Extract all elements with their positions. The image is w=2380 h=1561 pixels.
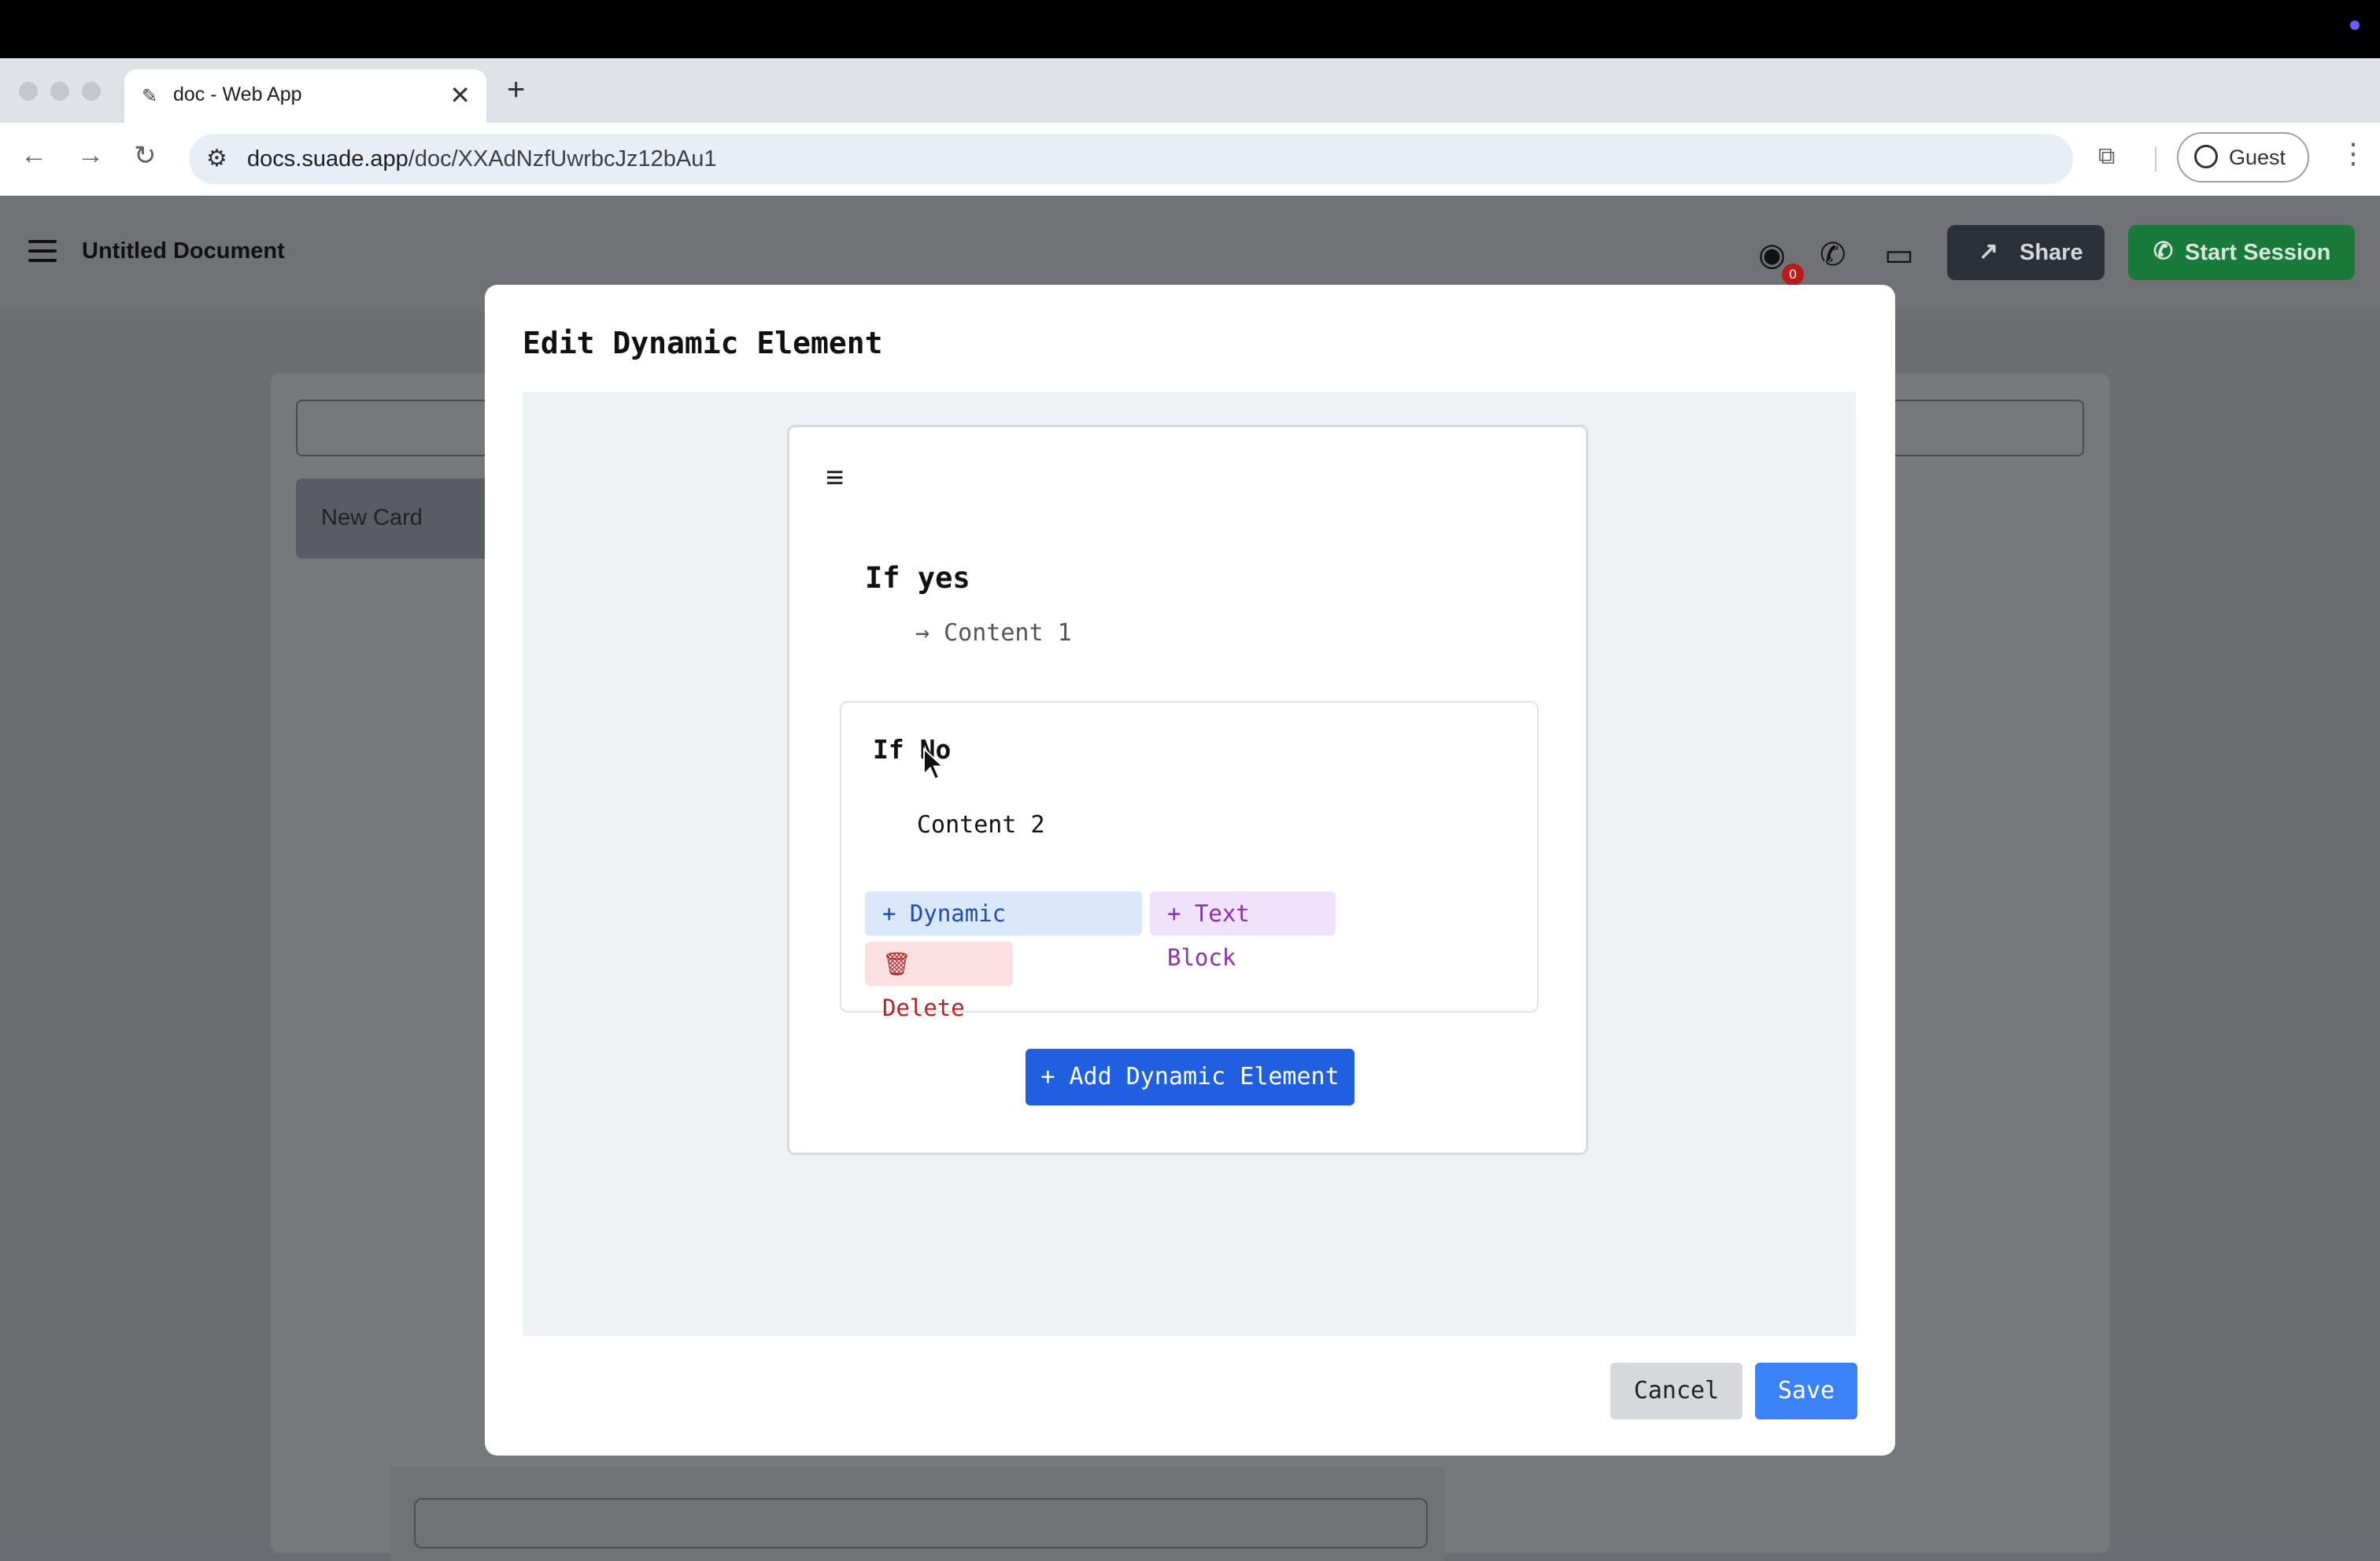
window-minimize-control[interactable]: [50, 82, 69, 101]
add-dynamic-elements-button[interactable]: + Dynamic Elements: [865, 891, 1142, 971]
url-text: docs.suade.app/doc/XXAdNzfUwrbcJz12bAu1: [247, 146, 717, 172]
modal-canvas: ≡ If yes → Content 1 If No Content 2 + D…: [523, 392, 1856, 1336]
share-button[interactable]: ↗ Share: [1947, 225, 2105, 280]
phone-icon[interactable]: ✆: [1820, 237, 1846, 273]
mouse-cursor-icon: [923, 747, 945, 780]
cast-icon[interactable]: ⧉: [2098, 143, 2115, 170]
window-zoom-control[interactable]: [82, 82, 101, 101]
modal-title: Edit Dynamic Element: [523, 326, 883, 360]
share-icon: ↗: [1979, 238, 1999, 264]
notification-badge: 0: [1782, 264, 1804, 286]
hamburger-menu-icon[interactable]: [28, 240, 57, 268]
profile-label: Guest: [2229, 146, 2286, 169]
status-dot-icon: [2350, 20, 2360, 30]
start-session-button[interactable]: ✆ Start Session: [2128, 225, 2355, 280]
forward-arrow-icon[interactable]: →: [77, 140, 104, 171]
dynamic-element-card: ≡ If yes → Content 1 If No Content 2 + D…: [787, 425, 1588, 1155]
site-settings-icon[interactable]: ⚙: [206, 145, 227, 172]
trash-icon: 🗑: [882, 950, 911, 977]
tab-title: doc - Web App: [173, 83, 302, 105]
monitor-icon[interactable]: ▭: [1884, 237, 1914, 273]
edit-dynamic-element-modal: Edit Dynamic Element ≡ If yes → Content …: [485, 285, 1895, 1456]
new-card[interactable]: New Card: [296, 478, 508, 559]
browser-menu-icon[interactable]: ⋮: [2339, 137, 2367, 170]
add-text-block-button[interactable]: + Text Block: [1150, 891, 1336, 971]
browser-tab[interactable]: ✎ doc - Web App ✕: [124, 69, 486, 123]
yes-branch-content[interactable]: → Content 1: [915, 619, 1072, 647]
account-icon: [2194, 145, 2218, 168]
flame-icon[interactable]: ◉: [1758, 237, 1786, 273]
toolbar-divider: [2155, 146, 2156, 172]
back-arrow-icon[interactable]: ←: [20, 140, 47, 171]
address-bar[interactable]: ⚙ docs.suade.app/doc/XXAdNzfUwrbcJz12bAu…: [189, 134, 2073, 184]
add-dynamic-element-button[interactable]: + Add Dynamic Element: [1026, 1049, 1354, 1105]
reload-icon[interactable]: ↻: [134, 140, 157, 172]
save-button[interactable]: Save: [1755, 1363, 1857, 1419]
new-card-label: New Card: [321, 505, 423, 530]
browser-toolbar: ← → ↻ ⚙ docs.suade.app/doc/XXAdNzfUwrbcJ…: [0, 123, 2380, 196]
pen-icon: ✎: [142, 86, 158, 107]
profile-button[interactable]: Guest: [2177, 132, 2309, 183]
drag-handle-icon[interactable]: ≡: [826, 460, 844, 496]
delete-button[interactable]: 🗑 Delete: [865, 942, 1013, 1021]
window-close-control[interactable]: [19, 82, 38, 101]
close-tab-icon[interactable]: ✕: [449, 80, 471, 110]
system-menu-bar: [0, 0, 2380, 58]
document-title[interactable]: Untitled Document: [82, 238, 285, 264]
new-tab-button[interactable]: +: [507, 72, 525, 108]
yes-branch-title[interactable]: If yes: [865, 561, 970, 595]
lower-panel: [390, 1467, 1445, 1561]
no-branch-content[interactable]: Content 2: [917, 811, 1045, 839]
delete-label: Delete: [882, 995, 965, 1021]
phone-icon: ✆: [2153, 238, 2174, 264]
cancel-button[interactable]: Cancel: [1610, 1363, 1743, 1419]
browser-tab-strip: ✎ doc - Web App ✕ +: [0, 58, 2380, 123]
lower-panel-input[interactable]: [414, 1498, 1428, 1548]
